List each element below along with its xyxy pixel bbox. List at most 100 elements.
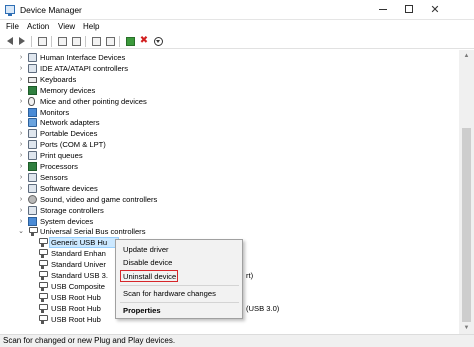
tree-category-label: Keyboards xyxy=(40,74,77,84)
update-button[interactable] xyxy=(152,35,164,47)
vertical-scrollbar[interactable]: ▲ ▼ xyxy=(459,50,474,334)
mouse-icon xyxy=(28,96,35,106)
enable-device-button[interactable] xyxy=(124,35,136,47)
tree-category[interactable]: › Software devices xyxy=(0,183,440,194)
monitor-icon xyxy=(105,36,115,46)
menu-separator xyxy=(120,285,239,286)
menu-properties[interactable]: Properties xyxy=(123,305,241,317)
expand-chevron-icon[interactable]: › xyxy=(17,85,25,96)
menu-file[interactable]: File xyxy=(6,22,19,31)
minimize-icon xyxy=(379,8,387,10)
expand-chevron-icon[interactable]: › xyxy=(17,150,25,161)
menu-update-driver[interactable]: Update driver xyxy=(123,244,241,256)
tree-category[interactable]: › Monitors xyxy=(0,107,440,118)
usb-device-label-tail: (USB 3.0) xyxy=(246,303,280,313)
usb-device-label: USB Root Hub xyxy=(51,314,101,324)
usb-device-icon xyxy=(38,238,48,248)
tree-category[interactable]: › IDE ATA/ATAPI controllers xyxy=(0,63,440,74)
expand-chevron-icon[interactable]: › xyxy=(17,63,25,74)
title-bar: Device Manager ✕ xyxy=(0,0,474,20)
collapse-chevron-icon[interactable]: ⌄ xyxy=(17,226,25,237)
tree-category[interactable]: ⌄ Universal Serial Bus controllers xyxy=(0,226,440,237)
status-bar: Scan for changed or new Plug and Play de… xyxy=(0,334,474,347)
tree-category[interactable]: › Sensors xyxy=(0,172,440,183)
device-manager-icon xyxy=(5,5,15,16)
tree-category[interactable]: › Portable Devices xyxy=(0,128,440,139)
tree-category[interactable]: › Storage controllers xyxy=(0,205,440,216)
usb-device-icon xyxy=(38,314,48,324)
scroll-thumb[interactable] xyxy=(462,128,471,322)
tree-category-label: Memory devices xyxy=(40,85,96,95)
usb-device-icon xyxy=(38,249,48,259)
usb-device-icon xyxy=(38,271,48,280)
maximize-button[interactable] xyxy=(397,0,421,20)
usb-device-icon xyxy=(38,303,48,313)
expand-chevron-icon[interactable]: › xyxy=(17,161,25,172)
expand-chevron-icon[interactable]: › xyxy=(17,96,25,107)
tree-category[interactable]: › Memory devices xyxy=(0,85,440,96)
tree-category-label: System devices xyxy=(40,216,94,226)
tree-category-label: Sound, video and game controllers xyxy=(40,194,158,204)
expand-chevron-icon[interactable]: › xyxy=(17,128,25,139)
expand-chevron-icon[interactable]: › xyxy=(17,172,25,183)
context-menu: Update driver Disable device Uninstall d… xyxy=(115,239,243,319)
printer-icon xyxy=(28,151,37,161)
expand-chevron-icon[interactable]: › xyxy=(17,74,25,85)
uninstall-button[interactable]: ✖ xyxy=(138,35,150,47)
expand-chevron-icon[interactable]: › xyxy=(17,194,25,205)
back-button[interactable] xyxy=(4,35,16,47)
menu-view[interactable]: View xyxy=(58,22,75,31)
close-button[interactable]: ✕ xyxy=(423,0,447,20)
expand-chevron-icon[interactable]: › xyxy=(17,216,25,227)
show-hide-tree-button[interactable] xyxy=(36,35,48,47)
usb-device-label-tail: rt) xyxy=(246,271,254,280)
minimize-button[interactable] xyxy=(371,0,395,20)
network-icon xyxy=(28,118,37,128)
expand-chevron-icon[interactable]: › xyxy=(17,52,25,63)
menu-action[interactable]: Action xyxy=(27,22,49,31)
expand-chevron-icon[interactable]: › xyxy=(17,117,25,128)
forward-button[interactable] xyxy=(16,35,28,47)
expand-chevron-icon[interactable]: › xyxy=(17,107,25,118)
tree-category[interactable]: › Keyboards xyxy=(0,74,440,85)
maximize-icon xyxy=(405,5,413,14)
scroll-up-arrow[interactable]: ▲ xyxy=(459,50,474,62)
usb-device-icon xyxy=(38,281,48,291)
tree-category-label: Universal Serial Bus controllers xyxy=(40,227,146,237)
scan-button[interactable] xyxy=(104,35,116,47)
expand-chevron-icon[interactable]: › xyxy=(17,139,25,150)
scroll-down-arrow[interactable]: ▼ xyxy=(459,322,474,334)
tree-category[interactable]: › System devices xyxy=(0,216,440,227)
menu-uninstall-device[interactable]: Uninstall device xyxy=(120,270,178,282)
tree-category[interactable]: › Network adapters xyxy=(0,117,440,128)
tree-category-label: Monitors xyxy=(40,107,70,117)
software-icon xyxy=(28,183,37,193)
tree-category[interactable]: › Print queues xyxy=(0,150,440,161)
menu-disable-device[interactable]: Disable device xyxy=(123,257,241,269)
update-driver-button[interactable] xyxy=(90,35,102,47)
tree-category[interactable]: › Mice and other pointing devices xyxy=(0,96,440,107)
expand-chevron-icon[interactable]: › xyxy=(17,205,25,216)
monitor-icon xyxy=(28,107,37,117)
tree-category[interactable]: › Human Interface Devices xyxy=(0,52,440,63)
tree-category[interactable]: › Processors xyxy=(0,161,440,172)
hid-icon xyxy=(28,53,37,62)
tree-category[interactable]: › Ports (COM & LPT) xyxy=(0,139,440,150)
tree-category-label: Human Interface Devices xyxy=(40,53,126,62)
expand-chevron-icon[interactable]: › xyxy=(17,183,25,194)
usb-controller-icon xyxy=(28,227,38,237)
enable-device-icon xyxy=(125,36,135,46)
usb-device-label: USB Composite xyxy=(51,281,106,291)
window-title: Device Manager xyxy=(20,5,82,15)
help-button[interactable] xyxy=(70,35,82,47)
usb-device-label: Standard Enhan xyxy=(51,249,106,259)
tree-category-label: Portable Devices xyxy=(40,129,98,139)
usb-device-icon xyxy=(38,260,48,270)
menu-help[interactable]: Help xyxy=(83,22,99,31)
memory-icon xyxy=(28,85,37,95)
properties-button[interactable] xyxy=(56,35,68,47)
menu-scan-hardware[interactable]: Scan for hardware changes xyxy=(123,288,241,300)
tree-category[interactable]: › Sound, video and game controllers xyxy=(0,194,440,205)
usb-device-icon xyxy=(38,292,48,302)
usb-device-label: Generic USB Hu xyxy=(51,238,108,248)
